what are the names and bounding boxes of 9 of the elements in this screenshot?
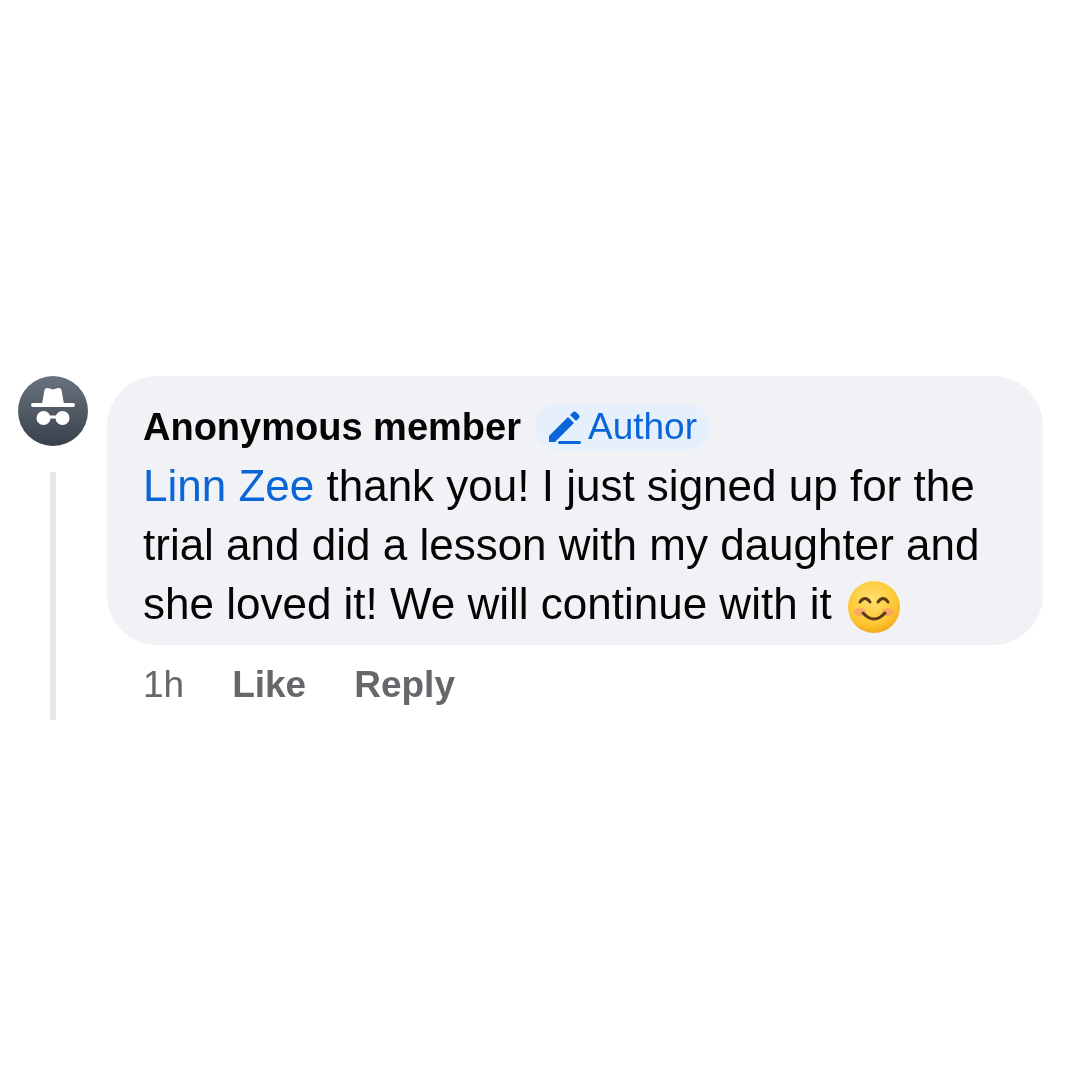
timestamp: 1h	[143, 664, 185, 707]
comment-action-button[interactable]: Reply	[354, 664, 455, 707]
mention-link[interactable]: Linn Zee	[143, 461, 315, 510]
badge-label: Author	[587, 406, 697, 448]
comment-action-button[interactable]: Like	[232, 664, 307, 707]
author-name[interactable]: Anonymous member	[143, 405, 521, 449]
comment-text: Linn Zee thank you! I just signed up for the trial and did a lesson with my daughter and she loved it! We will continue with it	[143, 456, 1043, 634]
smiling-face-icon	[848, 581, 901, 634]
anonymous-avatar-icon	[18, 376, 88, 446]
